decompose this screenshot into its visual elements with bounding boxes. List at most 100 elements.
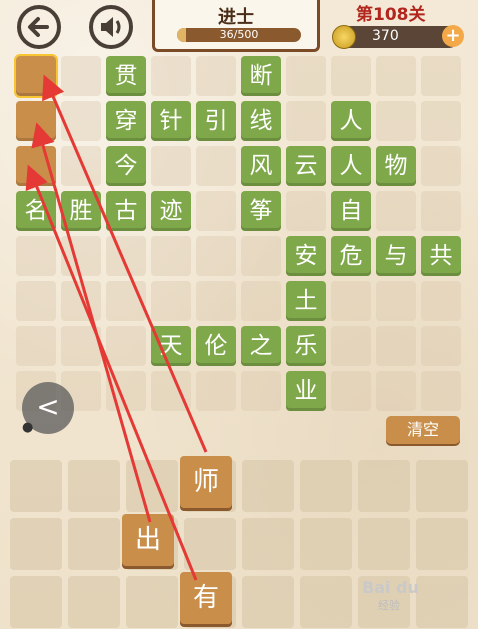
choice-slot [416, 518, 468, 570]
board-cell [376, 371, 416, 411]
board-cell [241, 371, 281, 411]
choice-tile[interactable]: 出 [122, 514, 174, 566]
filled-tile: 伦 [196, 326, 236, 366]
filled-tile: 贯 [106, 56, 146, 96]
filled-tile: 人 [331, 101, 371, 141]
board-cell [61, 326, 101, 366]
board-cell [286, 101, 326, 141]
board-cell [376, 191, 416, 231]
board-cell [241, 281, 281, 321]
board-cell [376, 326, 416, 366]
small-speaker-icon: ● [22, 420, 34, 435]
choice-slot [184, 518, 236, 570]
choice-slot [300, 576, 352, 628]
board-cell [151, 146, 191, 186]
board-cell [106, 371, 146, 411]
progress-text: 36/500 [219, 28, 259, 41]
board-cell [331, 371, 371, 411]
blank-tile[interactable] [14, 54, 58, 98]
board-cell [16, 236, 56, 276]
filled-tile: 危 [331, 236, 371, 276]
filled-tile: 名 [16, 191, 56, 231]
back-button[interactable] [14, 4, 64, 50]
watermark-brand: Bai du [362, 578, 419, 597]
board-cell [61, 101, 101, 141]
board-cell [331, 56, 371, 96]
filled-tile: 安 [286, 236, 326, 276]
blank-tile[interactable] [16, 146, 56, 186]
blank-tile[interactable] [16, 101, 56, 141]
filled-tile: 断 [241, 56, 281, 96]
board-cell [376, 56, 416, 96]
watermark-sub: 经验 [378, 599, 400, 612]
board-cell [421, 146, 461, 186]
rank-panel: 进士 36/500 [152, 0, 320, 52]
choice-slot [300, 518, 352, 570]
clear-button[interactable]: 清空 [386, 416, 460, 444]
board-cell [61, 56, 101, 96]
watermark: Bai du 经验 [362, 578, 419, 613]
filled-tile: 物 [376, 146, 416, 186]
board-cell [16, 326, 56, 366]
choice-slot [242, 460, 294, 512]
choice-tile[interactable]: 有 [180, 572, 232, 624]
board-cell [106, 326, 146, 366]
choice-slot [126, 460, 178, 512]
board-cell [61, 146, 101, 186]
board-cell [151, 56, 191, 96]
board-cell [421, 56, 461, 96]
filled-tile: 迹 [151, 191, 191, 231]
filled-tile: 今 [106, 146, 146, 186]
filled-tile: 与 [376, 236, 416, 276]
board-cell [241, 236, 281, 276]
board-cell [106, 281, 146, 321]
board-cell [286, 191, 326, 231]
filled-tile: 线 [241, 101, 281, 141]
choice-slot [68, 576, 120, 628]
filled-tile: 古 [106, 191, 146, 231]
choice-slot [358, 518, 410, 570]
filled-tile: 云 [286, 146, 326, 186]
choice-slot [300, 460, 352, 512]
filled-tile: 之 [241, 326, 281, 366]
choice-slot [10, 518, 62, 570]
board-cell [61, 281, 101, 321]
filled-tile: 天 [151, 326, 191, 366]
coin-icon [332, 25, 356, 49]
choice-slot [416, 460, 468, 512]
board-cell [16, 281, 56, 321]
choice-tile[interactable]: 师 [180, 456, 232, 508]
choice-slot [242, 576, 294, 628]
filled-tile: 业 [286, 371, 326, 411]
add-coins-button[interactable]: + [442, 25, 464, 47]
board-cell [421, 281, 461, 321]
filled-tile: 引 [196, 101, 236, 141]
board-cell [421, 191, 461, 231]
choice-slot [68, 460, 120, 512]
back-arrow-icon [17, 5, 61, 49]
filled-tile: 筝 [241, 191, 281, 231]
choice-slot [358, 460, 410, 512]
coin-counter: 370 + [332, 25, 464, 49]
board-cell [196, 191, 236, 231]
coin-count: 370 [372, 28, 399, 44]
board-cell [151, 371, 191, 411]
rank-progress-bar: 36/500 [177, 28, 301, 42]
board-cell [151, 236, 191, 276]
board-cell [196, 56, 236, 96]
board-cell [421, 371, 461, 411]
board-cell [331, 326, 371, 366]
sound-button[interactable] [86, 4, 136, 50]
board-cell [421, 101, 461, 141]
choice-slot [242, 518, 294, 570]
filled-tile: 穿 [106, 101, 146, 141]
filled-tile: 针 [151, 101, 191, 141]
board-cell [106, 236, 146, 276]
board-cell [151, 281, 191, 321]
choice-slot [10, 576, 62, 628]
filled-tile: 共 [421, 236, 461, 276]
filled-tile: 自 [331, 191, 371, 231]
board-cell [376, 101, 416, 141]
choice-slot [10, 460, 62, 512]
level-label: 第108关 [356, 5, 426, 25]
